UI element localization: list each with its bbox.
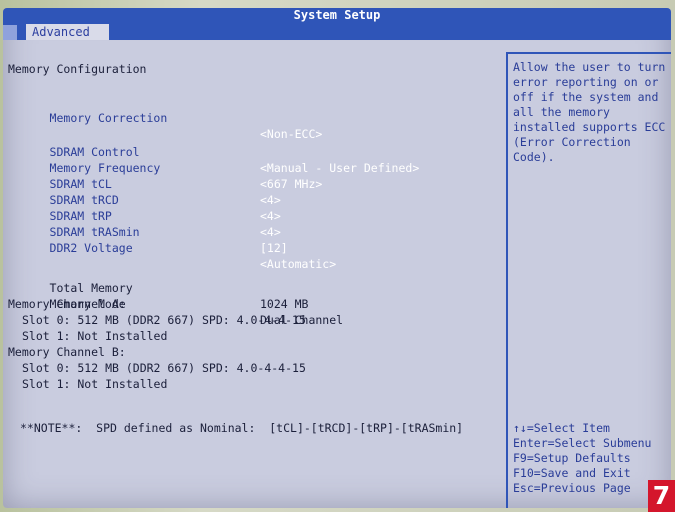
channel-a-label: Memory Channel A: (8, 297, 126, 311)
channel-b-slot1: Slot 1: Not Installed (22, 377, 168, 391)
section-title: Memory Configuration (8, 62, 147, 76)
setting-row-sdram-trp[interactable]: SDRAM tRP <4> (8, 192, 508, 239)
setting-row-sdram-trcd[interactable]: SDRAM tRCD <4> (8, 176, 508, 223)
setting-label: Memory Correction (49, 111, 168, 125)
info-value: 1024 MB (260, 297, 309, 311)
help-line: error reporting on or (513, 75, 659, 89)
bios-screen: System Setup Advanced Memory Configurati… (3, 8, 671, 508)
key-select-item: ↑↓=Select Item (513, 421, 610, 435)
figure-number-badge: 7 (648, 480, 675, 512)
setting-row-ddr2-voltage[interactable]: DDR2 Voltage <Automatic> (8, 224, 508, 271)
setting-row-memory-correction[interactable]: Memory Correction <Non-ECC> (8, 94, 508, 141)
key-legend: ↑↓=Select Item Enter=Select Submenu F9=S… (513, 421, 651, 496)
setting-label: DDR2 Voltage (49, 241, 133, 255)
spd-note: **NOTE**: SPD defined as Nominal: [tCL]-… (20, 421, 464, 435)
setting-row-sdram-tcl[interactable]: SDRAM tCL <4> (8, 160, 508, 207)
channel-a-slot0: Slot 0: 512 MB (DDR2 667) SPD: 4.0-4-4-1… (22, 313, 306, 327)
tab-advanced[interactable]: Advanced (26, 24, 109, 40)
setting-value[interactable]: [12] (260, 240, 288, 256)
channel-a-slot1: Slot 1: Not Installed (22, 329, 168, 343)
help-line: (Error Correction (513, 135, 631, 149)
key-select-submenu: Enter=Select Submenu (513, 436, 652, 450)
info-row-memory-mode: Memory Mode Dual Channel (8, 280, 508, 327)
help-panel-top-rule (506, 52, 671, 54)
title-bar: System Setup Advanced (3, 8, 671, 40)
tab-left-edge (3, 25, 17, 40)
setting-row-sdram-trasmin[interactable]: SDRAM tRASmin [12] (8, 208, 508, 255)
key-setup-defaults: F9=Setup Defaults (513, 451, 631, 465)
setting-row-memory-frequency[interactable]: Memory Frequency <667 MHz> (8, 144, 508, 191)
key-save-exit: F10=Save and Exit (513, 466, 631, 480)
help-line: off if the system and (513, 90, 659, 104)
help-line: installed supports ECC (513, 120, 666, 134)
help-line: Code). (513, 150, 555, 164)
channel-b-label: Memory Channel B: (8, 345, 126, 359)
channel-b-slot0: Slot 0: 512 MB (DDR2 667) SPD: 4.0-4-4-1… (22, 361, 306, 375)
setting-row-sdram-control[interactable]: SDRAM Control <Manual - User Defined> (8, 128, 508, 175)
window-title: System Setup (293, 8, 381, 22)
help-line: Allow the user to turn (513, 60, 666, 74)
key-previous-page: Esc=Previous Page (513, 481, 631, 495)
help-line: all the memory (513, 105, 610, 119)
info-row-total-memory: Total Memory 1024 MB (8, 264, 508, 311)
help-text: Allow the user to turn error reporting o… (513, 60, 665, 165)
